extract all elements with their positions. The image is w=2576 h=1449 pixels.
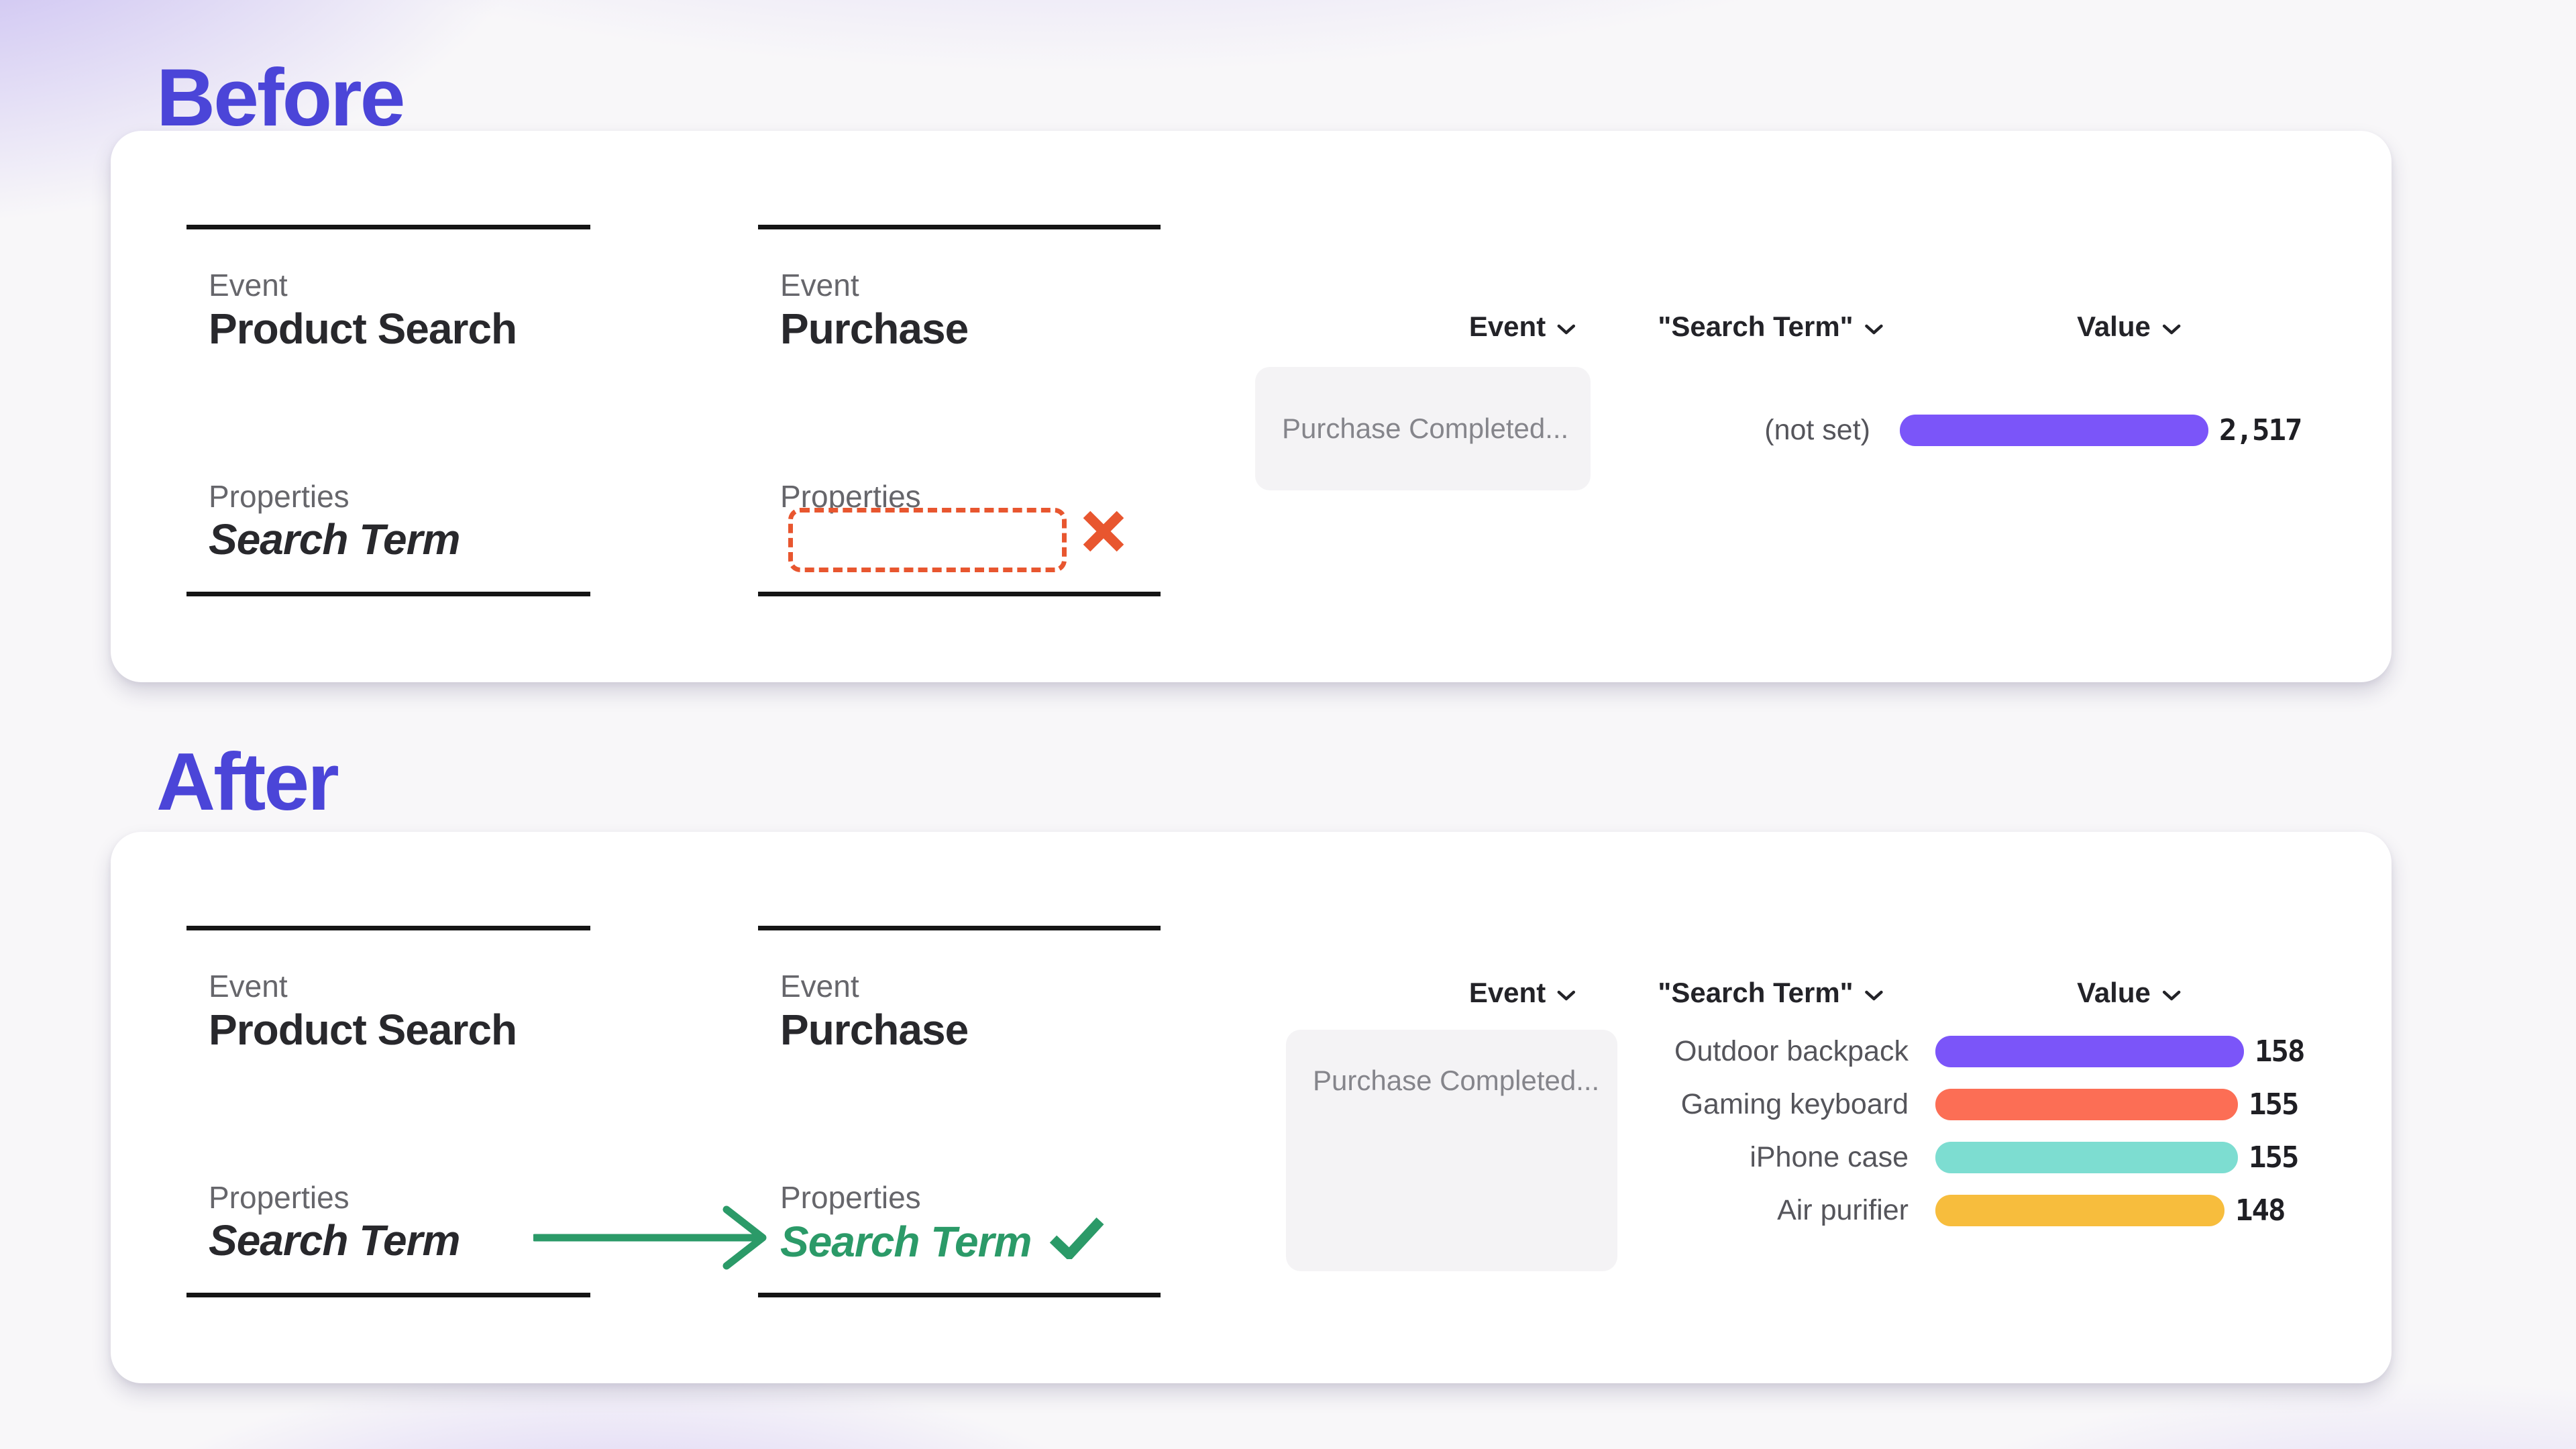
properties-label: Properties bbox=[209, 480, 350, 514]
x-icon bbox=[1082, 510, 1125, 556]
properties-value: Search Term bbox=[209, 1216, 460, 1266]
properties-value: Search Term bbox=[209, 515, 460, 565]
chevron-down-icon bbox=[1864, 311, 1884, 343]
missing-property-placeholder bbox=[788, 508, 1067, 572]
value-bar bbox=[1935, 1089, 2238, 1120]
column-header-label: Event bbox=[1469, 977, 1546, 1009]
column-header-search-term[interactable]: "Search Term" bbox=[1658, 977, 1884, 1009]
chevron-down-icon bbox=[1556, 311, 1576, 343]
event-label: Event bbox=[780, 268, 859, 303]
before-purchase-field-card: Event Purchase Properties bbox=[758, 225, 1161, 596]
column-header-value[interactable]: Value bbox=[2077, 977, 2182, 1009]
column-header-label: Value bbox=[2077, 977, 2151, 1009]
event-value: Purchase bbox=[780, 1006, 968, 1055]
search-term-label: (not set) bbox=[1385, 414, 1870, 447]
before-card: Event Product Search Properties Search T… bbox=[111, 131, 2392, 682]
column-header-label: Value bbox=[2077, 311, 2151, 343]
value-number: 155 bbox=[2249, 1140, 2298, 1175]
after-purchase-field-card: Event Purchase Properties Search Term bbox=[758, 926, 1161, 1297]
column-header-label: "Search Term" bbox=[1658, 977, 1853, 1009]
chevron-down-icon bbox=[2161, 311, 2182, 343]
column-header-event[interactable]: Event bbox=[1469, 311, 1576, 343]
properties-label: Properties bbox=[780, 1181, 921, 1215]
value-number: 158 bbox=[2255, 1034, 2304, 1069]
table-row: (not set) 2,517 bbox=[1385, 414, 2301, 446]
column-header-value[interactable]: Value bbox=[2077, 311, 2182, 343]
event-label: Event bbox=[780, 969, 859, 1004]
value-bar bbox=[1935, 1195, 2224, 1226]
table-row: iPhone case 155 bbox=[1385, 1141, 2298, 1173]
search-term-label: iPhone case bbox=[1385, 1141, 1909, 1174]
properties-label: Properties bbox=[209, 1181, 350, 1215]
mapping-arrow-icon bbox=[533, 1204, 775, 1275]
table-row: Air purifier 148 bbox=[1385, 1194, 2284, 1226]
value-number: 155 bbox=[2249, 1087, 2298, 1122]
chevron-down-icon bbox=[2161, 977, 2182, 1009]
after-card: Event Product Search Properties Search T… bbox=[111, 832, 2392, 1383]
search-term-label: Gaming keyboard bbox=[1385, 1088, 1909, 1121]
value-bar bbox=[1935, 1036, 2244, 1067]
event-label: Event bbox=[209, 969, 288, 1004]
value-bar bbox=[1935, 1142, 2238, 1173]
before-product-search-field-card: Event Product Search Properties Search T… bbox=[186, 225, 590, 596]
after-heading: After bbox=[156, 741, 337, 822]
chevron-down-icon bbox=[1556, 977, 1576, 1009]
column-header-label: "Search Term" bbox=[1658, 311, 1853, 343]
value-number: 148 bbox=[2235, 1193, 2284, 1228]
before-heading: Before bbox=[156, 56, 403, 138]
event-value: Purchase bbox=[780, 305, 968, 354]
chevron-down-icon bbox=[1864, 977, 1884, 1009]
event-value: Product Search bbox=[209, 305, 517, 354]
column-header-event[interactable]: Event bbox=[1469, 977, 1576, 1009]
search-term-label: Outdoor backpack bbox=[1385, 1035, 1909, 1068]
column-header-search-term[interactable]: "Search Term" bbox=[1658, 311, 1884, 343]
column-header-label: Event bbox=[1469, 311, 1546, 343]
event-value: Product Search bbox=[209, 1006, 517, 1055]
properties-value-mapped: Search Term bbox=[780, 1216, 1105, 1270]
after-product-search-field-card: Event Product Search Properties Search T… bbox=[186, 926, 590, 1297]
table-row: Gaming keyboard 155 bbox=[1385, 1088, 2298, 1120]
search-term-label: Air purifier bbox=[1385, 1194, 1909, 1227]
event-label: Event bbox=[209, 268, 288, 303]
table-row: Outdoor backpack 158 bbox=[1385, 1035, 2304, 1067]
check-icon bbox=[1049, 1220, 1105, 1269]
value-bar bbox=[1900, 415, 2208, 446]
value-number: 2,517 bbox=[2219, 413, 2301, 447]
